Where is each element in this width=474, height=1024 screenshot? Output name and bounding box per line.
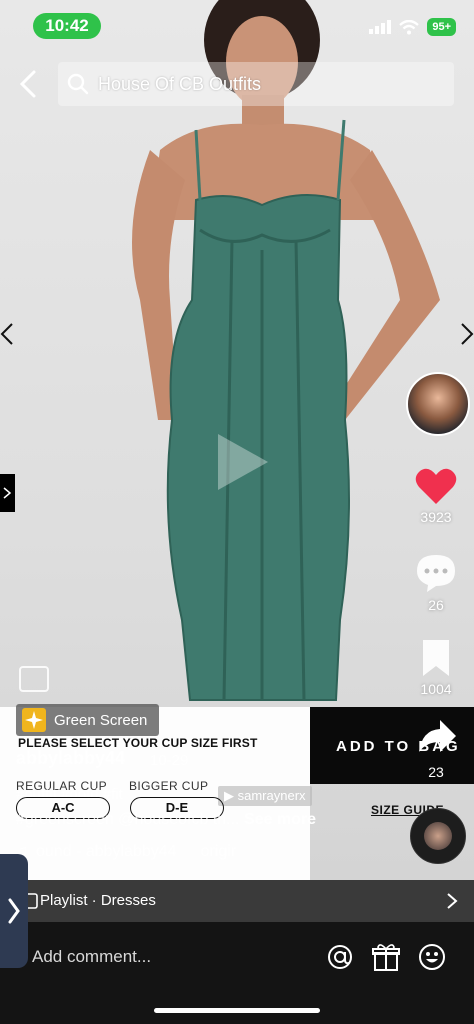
mention-tag[interactable]: ▶ samraynerx [218, 786, 312, 806]
sound-disc-thumb [424, 822, 452, 850]
see-more-link[interactable]: See more [244, 811, 316, 828]
heart-icon [415, 468, 457, 504]
description-text: #greenscreen @houseofcb th... [16, 811, 240, 828]
post-date: 10-29 [150, 752, 189, 769]
bookmark-icon [423, 640, 449, 676]
search-query: House Of CB Outfits [98, 73, 262, 94]
save-button[interactable]: 1004 [404, 638, 468, 697]
gift-icon[interactable] [372, 942, 400, 972]
status-bar: 10:42 95+ [0, 0, 474, 52]
sound-row[interactable]: ♫ ound - abbylabby44 origir [16, 843, 236, 861]
post-description: #greenscreen @houseofcb th... See more [16, 811, 316, 829]
like-button[interactable]: 3923 [404, 466, 468, 525]
effect-chip[interactable]: Green Screen [16, 704, 160, 736]
side-panel-tab[interactable] [0, 474, 15, 512]
mention-text: samraynerx [237, 788, 306, 803]
comments-button[interactable]: 26 [404, 552, 468, 613]
signal-icon [369, 20, 392, 34]
bigger-cup-label: BIGGER CUP [129, 779, 209, 793]
share-count: 23 [428, 764, 444, 780]
like-count: 3923 [420, 509, 452, 525]
back-chevron-icon[interactable] [14, 68, 44, 100]
effect-label: Green Screen [54, 711, 148, 729]
sound-name: ound - abbylabby44 [36, 843, 177, 860]
next-image-icon[interactable] [458, 320, 474, 348]
prev-image-icon[interactable] [0, 320, 16, 348]
share-arrow-icon[interactable] [416, 716, 458, 756]
comment-input[interactable]: Add comment... [32, 947, 151, 967]
battery-indicator: 95+ [427, 18, 456, 36]
playlist-label: Playlist · Dresses [40, 892, 156, 909]
sparkle-icon [22, 708, 46, 732]
creator-avatar[interactable] [406, 372, 470, 436]
wifi-icon [399, 19, 420, 34]
sound-original: origir [200, 843, 237, 860]
save-count: 1004 [420, 681, 452, 697]
search-icon [67, 73, 89, 95]
expand-icon [3, 487, 12, 499]
chevron-right-icon [8, 898, 20, 924]
status-time: 10:42 [33, 13, 101, 39]
captions-icon[interactable] [19, 666, 49, 692]
play-icon[interactable] [212, 430, 272, 494]
sound-disc[interactable] [410, 808, 466, 864]
username[interactable]: abbylabby44 [16, 748, 125, 769]
status-icons: 95+ [369, 18, 456, 36]
mention-icon[interactable] [326, 943, 354, 971]
comment-bubble-icon [417, 555, 455, 592]
emoji-icon[interactable] [418, 943, 446, 971]
chevron-right-icon [447, 893, 458, 909]
search-input[interactable]: House Of CB Outfits [58, 62, 454, 106]
home-indicator [154, 1008, 320, 1013]
drawer-handle[interactable] [0, 854, 28, 968]
playlist-bar[interactable]: Playlist · Dresses [0, 880, 474, 922]
comment-count: 26 [428, 597, 444, 613]
